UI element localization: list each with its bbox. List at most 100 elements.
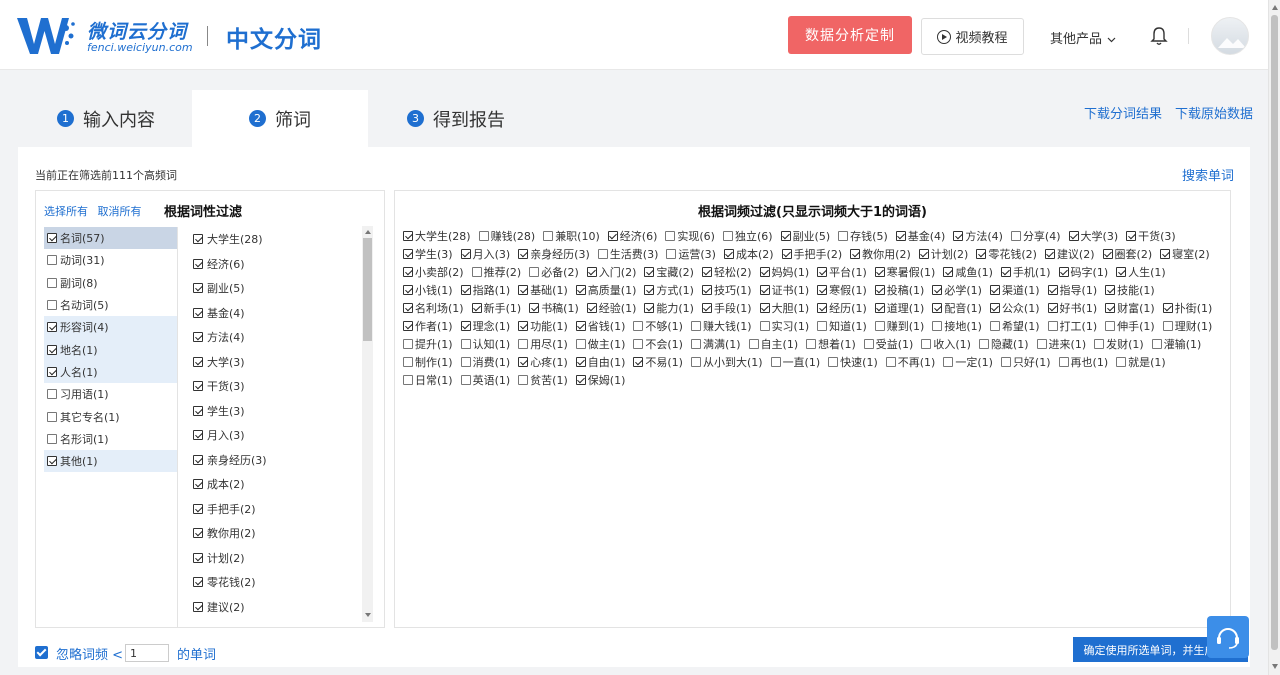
pos-item[interactable]: 其它专名(1) xyxy=(44,405,177,427)
freq-word-item[interactable]: 心疼(1) xyxy=(518,353,568,371)
scroll-down-icon[interactable] xyxy=(1272,664,1278,669)
freq-word-item[interactable]: 贫苦(1) xyxy=(518,371,568,389)
word-checkbox[interactable] xyxy=(193,577,203,588)
freq-word-checkbox[interactable] xyxy=(1036,339,1047,349)
freq-word-checkbox[interactable] xyxy=(1105,285,1116,295)
freq-word-checkbox[interactable] xyxy=(460,249,471,259)
freq-word-item[interactable]: 方式(1) xyxy=(644,281,694,299)
freq-word-item[interactable]: 理念(1) xyxy=(460,317,510,335)
freq-word-checkbox[interactable] xyxy=(1000,357,1011,367)
scroll-up-icon[interactable] xyxy=(365,230,371,234)
freq-word-item[interactable]: 高质量(1) xyxy=(575,281,636,299)
chat-support-button[interactable] xyxy=(1207,616,1249,658)
freq-word-item[interactable]: 指导(1) xyxy=(1047,281,1097,299)
freq-word-checkbox[interactable] xyxy=(932,303,943,313)
freq-word-item[interactable]: 经验(1) xyxy=(586,299,636,317)
freq-word-item[interactable]: 存钱(5) xyxy=(838,227,888,245)
freq-word-checkbox[interactable] xyxy=(1162,303,1173,313)
pos-item[interactable]: 动词(31) xyxy=(44,249,177,271)
freq-word-item[interactable]: 提升(1) xyxy=(403,335,453,353)
freq-word-checkbox[interactable] xyxy=(529,267,540,277)
word-item[interactable]: 学生(3) xyxy=(193,399,358,424)
word-checkbox[interactable] xyxy=(193,332,203,343)
freq-word-item[interactable]: 功能(1) xyxy=(518,317,568,335)
ignore-freq-input[interactable] xyxy=(125,644,169,662)
word-checkbox[interactable] xyxy=(193,283,203,294)
freq-word-checkbox[interactable] xyxy=(460,321,471,331)
freq-word-checkbox[interactable] xyxy=(850,249,861,259)
word-list-scrollbar[interactable] xyxy=(362,226,373,622)
freq-word-item[interactable]: 实现(6) xyxy=(665,227,715,245)
freq-word-checkbox[interactable] xyxy=(1162,321,1173,331)
freq-word-checkbox[interactable] xyxy=(543,231,554,241)
freq-word-item[interactable]: 计划(2) xyxy=(918,245,968,263)
freq-word-checkbox[interactable] xyxy=(478,231,489,241)
pos-checkbox[interactable] xyxy=(47,300,57,311)
freq-word-item[interactable]: 码字(1) xyxy=(1058,263,1108,281)
freq-word-checkbox[interactable] xyxy=(403,339,413,349)
freq-word-checkbox[interactable] xyxy=(403,375,413,385)
freq-word-item[interactable]: 再也(1) xyxy=(1058,353,1108,371)
word-checkbox[interactable] xyxy=(193,479,203,490)
search-word-link[interactable]: 搜索单词 xyxy=(1182,165,1234,184)
freq-word-checkbox[interactable] xyxy=(518,375,529,385)
word-item[interactable]: 方法(4) xyxy=(193,325,358,350)
freq-word-item[interactable]: 技能(1) xyxy=(1105,281,1155,299)
freq-word-checkbox[interactable] xyxy=(932,321,943,331)
freq-word-checkbox[interactable] xyxy=(471,303,482,313)
freq-word-checkbox[interactable] xyxy=(403,357,413,367)
freq-word-checkbox[interactable] xyxy=(518,357,529,367)
bell-icon[interactable] xyxy=(1150,26,1168,46)
freq-word-item[interactable]: 基金(4) xyxy=(895,227,945,245)
analysis-custom-button[interactable]: 数据分析定制 xyxy=(788,16,912,54)
freq-word-checkbox[interactable] xyxy=(607,231,618,241)
page-scrollbar-thumb[interactable] xyxy=(1271,15,1278,650)
word-item[interactable]: 零花钱(2) xyxy=(193,570,358,595)
word-checkbox[interactable] xyxy=(193,405,203,416)
freq-word-checkbox[interactable] xyxy=(1010,231,1021,241)
freq-word-item[interactable]: 寝室(2) xyxy=(1160,245,1210,263)
freq-word-item[interactable]: 扑街(1) xyxy=(1162,299,1212,317)
freq-word-checkbox[interactable] xyxy=(518,249,529,259)
pos-checkbox[interactable] xyxy=(47,277,57,288)
word-item[interactable]: 建议(2) xyxy=(193,595,358,620)
freq-word-item[interactable]: 受益(1) xyxy=(863,335,913,353)
freq-word-checkbox[interactable] xyxy=(633,357,644,367)
pos-checkbox[interactable] xyxy=(47,344,57,355)
freq-word-checkbox[interactable] xyxy=(759,303,770,313)
freq-word-checkbox[interactable] xyxy=(701,303,712,313)
ignore-freq-checkbox[interactable] xyxy=(35,646,48,659)
freq-word-item[interactable]: 成本(2) xyxy=(723,245,774,263)
tab-input-content[interactable]: 1 输入内容 xyxy=(57,90,155,147)
freq-word-checkbox[interactable] xyxy=(666,249,677,259)
pos-item[interactable]: 形容词(4) xyxy=(44,316,177,339)
freq-word-checkbox[interactable] xyxy=(817,267,828,277)
freq-word-checkbox[interactable] xyxy=(1047,321,1058,331)
pos-checkbox[interactable] xyxy=(47,366,57,377)
word-list-scrollbar-thumb[interactable] xyxy=(363,238,372,341)
freq-word-item[interactable]: 一定(1) xyxy=(943,353,993,371)
freq-word-checkbox[interactable] xyxy=(586,303,597,313)
freq-word-checkbox[interactable] xyxy=(403,249,413,259)
freq-word-checkbox[interactable] xyxy=(759,321,770,331)
freq-word-checkbox[interactable] xyxy=(781,249,792,259)
freq-word-checkbox[interactable] xyxy=(633,339,644,349)
word-item[interactable]: 经济(6) xyxy=(193,252,358,277)
freq-word-item[interactable]: 手把手(2) xyxy=(781,245,842,263)
freq-word-checkbox[interactable] xyxy=(1058,267,1069,277)
freq-word-item[interactable]: 好书(1) xyxy=(1047,299,1097,317)
freq-word-checkbox[interactable] xyxy=(978,339,989,349)
pos-checkbox[interactable] xyxy=(47,322,57,333)
freq-word-item[interactable]: 日常(1) xyxy=(403,371,453,389)
freq-word-item[interactable]: 公众(1) xyxy=(989,299,1040,317)
freq-word-item[interactable]: 小钱(1) xyxy=(403,281,453,299)
freq-word-checkbox[interactable] xyxy=(895,231,906,241)
pos-item[interactable]: 名形词(1) xyxy=(44,428,177,450)
freq-word-item[interactable]: 用尽(1) xyxy=(518,335,568,353)
freq-word-checkbox[interactable] xyxy=(403,303,413,313)
word-item[interactable]: 大学生(28) xyxy=(193,227,358,252)
freq-word-item[interactable]: 赚到(1) xyxy=(874,317,924,335)
freq-word-item[interactable]: 指路(1) xyxy=(460,281,510,299)
freq-word-item[interactable]: 作者(1) xyxy=(403,317,453,335)
freq-word-item[interactable]: 平台(1) xyxy=(817,263,867,281)
